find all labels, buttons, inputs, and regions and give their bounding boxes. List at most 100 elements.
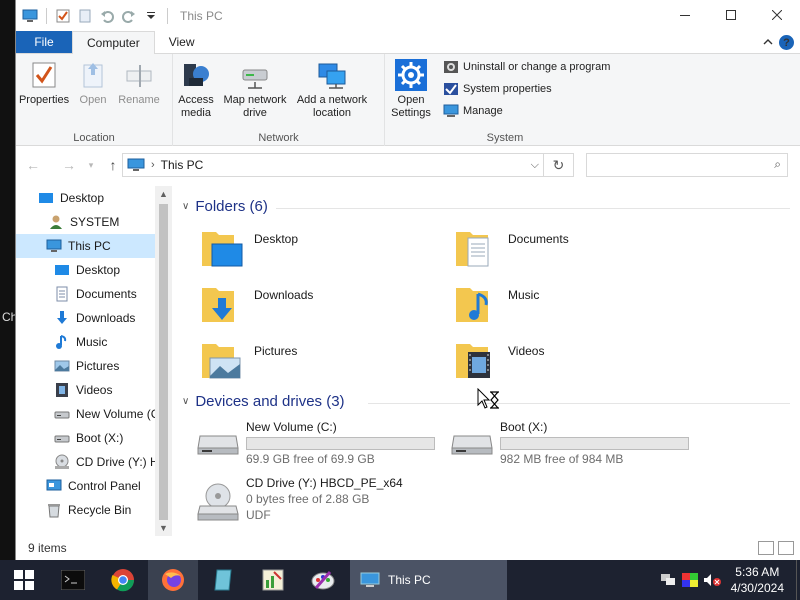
ribbon-group-network: Access media Map network drive Add a net…	[173, 54, 385, 146]
nav-item-label: Desktop	[76, 263, 121, 277]
drives-section-header[interactable]: ∨ Devices and drives (3)	[182, 393, 345, 410]
nav-item-system-user[interactable]: SYSTEM	[16, 210, 170, 234]
system-properties-button[interactable]: System properties	[443, 80, 610, 98]
uninstall-program-button[interactable]: Uninstall or change a program	[443, 58, 610, 76]
taskbar-window-this-pc[interactable]: This PC	[350, 560, 507, 600]
drive-tile-boot[interactable]: Boot (X:) 982 MB free of 984 MB	[436, 420, 689, 472]
collapse-chevron-icon[interactable]: ∨	[182, 201, 189, 212]
drive-info: Boot (X:) 982 MB free of 984 MB	[500, 420, 689, 472]
color-display-icon[interactable]	[679, 560, 701, 600]
refresh-button[interactable]: ↻	[544, 153, 574, 177]
drive-info: CD Drive (Y:) HBCD_PE_x64 0 bytes free o…	[246, 476, 403, 528]
taskbar-app-notepad[interactable]	[198, 560, 248, 600]
folder-tile-pictures[interactable]: Pictures	[182, 338, 422, 390]
folder-tile-documents[interactable]: Documents	[436, 226, 676, 278]
nav-item-new-volume[interactable]: New Volume (C	[16, 402, 170, 426]
drive-free-space: 69.9 GB free of 69.9 GB	[246, 452, 375, 466]
terminal-icon	[61, 570, 85, 590]
nav-item-cd-drive[interactable]: CD Drive (Y:) H	[16, 450, 170, 474]
folders-section-header[interactable]: ∨ Folders (6)	[182, 198, 268, 215]
ribbon-group-location: Properties Open Rename Location	[16, 54, 173, 146]
taskbar-app-firefox[interactable]	[148, 560, 198, 600]
hard-drive-icon	[196, 426, 240, 466]
this-pc-icon[interactable]	[22, 8, 38, 24]
nav-item-recycle-bin[interactable]: Recycle Bin	[16, 498, 170, 522]
refresh-icon: ↻	[552, 156, 565, 173]
taskbar-app-editor[interactable]	[248, 560, 298, 600]
network-icon[interactable]	[657, 560, 679, 600]
show-desktop-button[interactable]	[796, 560, 800, 600]
section-divider	[368, 403, 790, 404]
volume-muted-icon[interactable]	[701, 560, 723, 600]
nav-item-boot-drive[interactable]: Boot (X:)	[16, 426, 170, 450]
documents-folder-icon	[454, 226, 498, 270]
up-arrow-icon[interactable]: ↑	[102, 157, 124, 173]
ribbon-collapse-chevron-icon[interactable]	[763, 37, 773, 49]
videos-film-icon	[56, 383, 68, 397]
taskbar-app-chrome[interactable]	[98, 560, 148, 600]
redo-icon[interactable]	[121, 8, 137, 24]
breadcrumb-this-pc[interactable]: This PC	[161, 158, 204, 172]
taskbar-app-paint[interactable]	[298, 560, 348, 600]
nav-item-desktop-folder[interactable]: Desktop	[16, 258, 170, 282]
nav-item-this-pc[interactable]: This PC	[16, 234, 170, 258]
drive-tile-cd[interactable]: CD Drive (Y:) HBCD_PE_x64 0 bytes free o…	[182, 476, 432, 528]
nav-item-documents[interactable]: Documents	[16, 282, 170, 306]
documents-icon	[56, 286, 68, 302]
nav-item-music[interactable]: Music	[16, 330, 170, 354]
manage-button[interactable]: Manage	[443, 102, 610, 120]
paint-icon	[311, 571, 335, 590]
nav-item-downloads[interactable]: Downloads	[16, 306, 170, 330]
system-tray: 5:36 AM 4/30/2024	[657, 560, 800, 600]
scroll-down-chevron-icon[interactable]: ▼	[155, 523, 172, 533]
customize-toolbar-chevron-icon[interactable]	[143, 8, 159, 24]
folder-tile-desktop[interactable]: Desktop	[182, 226, 422, 278]
large-icons-view-icon[interactable]	[778, 541, 794, 555]
close-button[interactable]	[754, 0, 800, 30]
breadcrumb-chevron-icon[interactable]: ›	[151, 159, 155, 171]
tab-view[interactable]: View	[155, 31, 209, 53]
drive-free-space: 0 bytes free of 2.88 GB	[246, 492, 370, 506]
taskbar-window-label: This PC	[388, 573, 431, 587]
address-dropdown-chevron-icon[interactable]: ⌵	[531, 159, 539, 172]
folder-tile-videos[interactable]: Videos	[436, 338, 676, 390]
address-row: ← → ▾ ↑ › This PC ⌵ ↻ ⌕	[16, 146, 800, 184]
properties-check-icon[interactable]	[55, 8, 71, 24]
editor-chart-icon	[262, 569, 284, 591]
undo-icon[interactable]	[99, 8, 115, 24]
start-button[interactable]	[0, 560, 48, 600]
rename-icon	[122, 58, 156, 92]
scrollbar-thumb[interactable]	[159, 204, 168, 520]
folder-tile-music[interactable]: Music	[436, 282, 676, 334]
nav-item-pictures[interactable]: Pictures	[16, 354, 170, 378]
back-arrow-icon[interactable]: ←	[22, 157, 44, 173]
taskbar-app-terminal[interactable]	[48, 560, 98, 600]
drive-tile-new-volume[interactable]: New Volume (C:) 69.9 GB free of 69.9 GB	[182, 420, 435, 472]
search-input[interactable]: ⌕	[586, 153, 788, 177]
help-icon[interactable]: ?	[779, 35, 794, 50]
collapse-chevron-icon[interactable]: ∨	[182, 396, 189, 407]
nav-item-label: Boot (X:)	[76, 431, 124, 445]
details-view-icon[interactable]	[758, 541, 774, 555]
desktop-folder-icon	[200, 226, 244, 270]
nav-item-desktop[interactable]: Desktop	[16, 186, 170, 210]
scroll-up-chevron-icon[interactable]: ▲	[155, 189, 172, 199]
recent-locations-chevron-icon[interactable]: ▾	[80, 160, 102, 171]
minimize-button[interactable]	[662, 0, 708, 30]
clock[interactable]: 5:36 AM 4/30/2024	[723, 564, 796, 596]
nav-item-label: Downloads	[76, 311, 136, 325]
ribbon-right-controls: ?	[763, 35, 794, 50]
folder-tile-downloads[interactable]: Downloads	[182, 282, 422, 334]
nav-item-videos[interactable]: Videos	[16, 378, 170, 402]
navigation-pane-scrollbar[interactable]: ▲ ▼	[155, 186, 172, 536]
maximize-button[interactable]	[708, 0, 754, 30]
tab-computer[interactable]: Computer	[72, 31, 155, 54]
drive-icon	[54, 435, 70, 443]
address-bar[interactable]: › This PC ⌵	[122, 153, 544, 177]
tab-file[interactable]: File	[16, 31, 72, 53]
nav-item-control-panel[interactable]: Control Panel	[16, 474, 170, 498]
new-folder-icon[interactable]	[77, 8, 93, 24]
open-icon	[76, 58, 110, 92]
nav-item-label: Pictures	[76, 359, 120, 373]
forward-arrow-icon[interactable]: →	[58, 157, 80, 173]
